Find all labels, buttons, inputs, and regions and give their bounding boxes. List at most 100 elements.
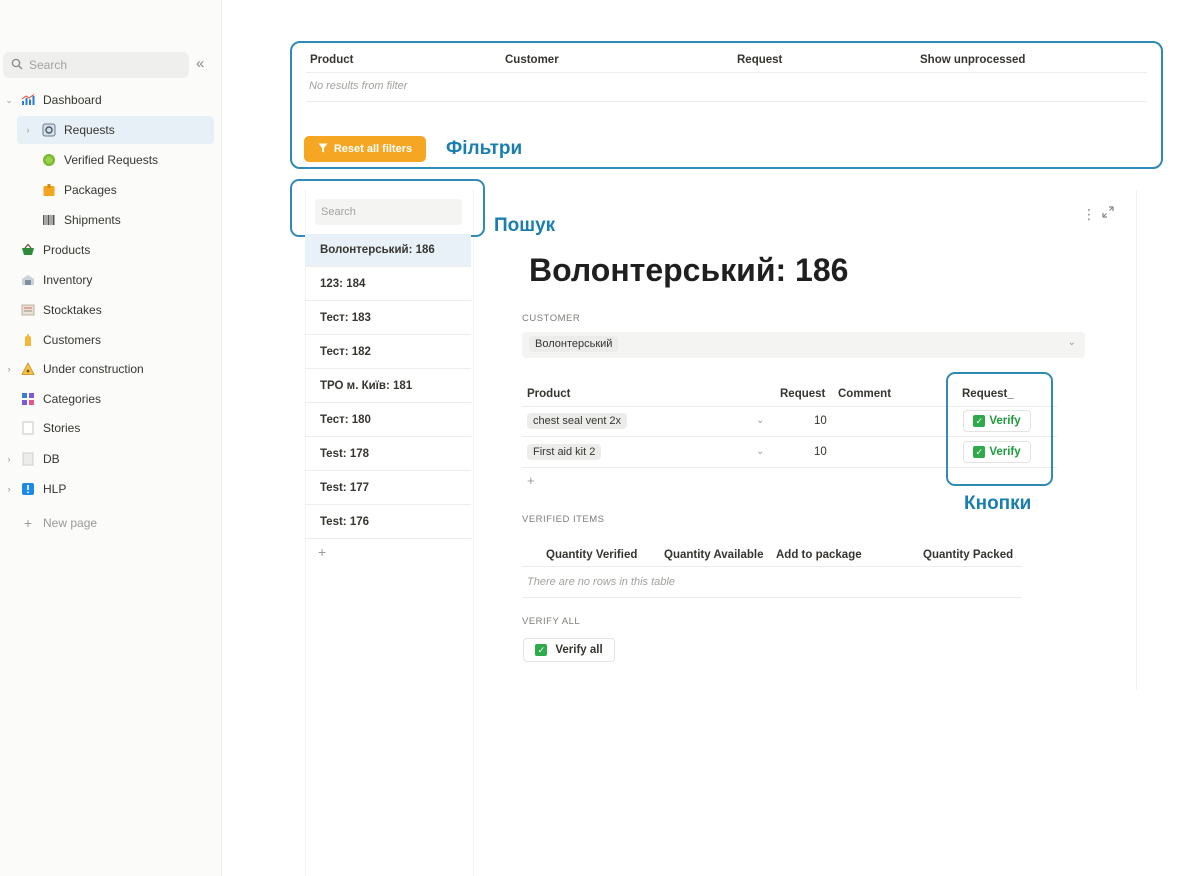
request-quantity: 10 [814,446,827,458]
chevron-right-icon[interactable]: › [4,454,14,464]
col-header-request[interactable]: Request [780,388,828,400]
sidebar-search-input[interactable]: Search [3,52,189,78]
warehouse-icon [20,272,36,288]
list-item[interactable]: 123: 184 [305,268,471,301]
buttons-highlight-frame [946,372,1053,486]
list-item[interactable]: ТРО м. Київ: 181 [305,370,471,403]
filter-header-product[interactable]: Product [310,54,353,66]
page-icon [20,420,36,436]
sidebar-item-label: Packages [64,183,117,197]
reset-filters-label: Reset all filters [333,143,413,155]
sidebar-item-customers[interactable]: Customers [20,326,101,354]
list-item[interactable]: Test: 177 [305,472,471,505]
sidebar-item-label: Stories [43,421,81,435]
sidebar-item-dashboard[interactable]: ⌄ Dashboard [5,86,102,114]
sidebar-item-products[interactable]: Products [20,236,90,264]
reset-filters-button[interactable]: Reset all filters [304,136,426,162]
verified-badge-icon [41,152,57,168]
expand-icon[interactable] [1102,206,1114,221]
hand-icon [20,332,36,348]
sidebar-item-stories[interactable]: Stories [20,414,80,442]
sidebar-item-label: Requests [64,123,115,137]
sidebar-item-packages[interactable]: Packages [41,176,117,204]
verify-all-button[interactable]: ✓ Verify all [523,638,615,662]
product-chip[interactable]: chest seal vent 2x [527,413,628,429]
new-page-button[interactable]: + New page [20,509,97,537]
filter-header-request[interactable]: Request [737,54,782,66]
sidebar-item-label: Under construction [43,362,144,376]
sidebar-item-shipments[interactable]: Shipments [41,206,121,234]
list-item[interactable]: Тест: 180 [305,404,471,437]
sidebar-item-label: HLP [43,482,67,496]
info-icon [20,481,36,497]
chevron-down-icon[interactable]: ⌄ [756,415,764,426]
chart-icon [20,92,36,108]
chevron-down-icon[interactable]: ⌄ [756,446,764,457]
gear-box-icon [41,122,57,138]
chevron-right-icon[interactable]: › [4,484,14,494]
sidebar-item-db[interactable]: › DB [8,445,60,473]
filters-panel: Product Customer Request Show unprocesse… [290,41,1163,169]
col-header-quantity-available[interactable]: Quantity Available [664,549,763,561]
verified-section-label: VERIFIED ITEMS [522,514,605,525]
sidebar-item-label: DB [43,452,60,466]
chevron-right-icon[interactable]: › [4,364,14,374]
chevron-down-icon[interactable]: ⌄ [4,95,14,106]
chevron-right-icon[interactable]: › [23,125,33,135]
sidebar-search-placeholder: Search [29,58,68,72]
col-header-quantity-packed[interactable]: Quantity Packed [923,549,1013,561]
sidebar-item-label: Products [43,243,91,257]
col-header-comment[interactable]: Comment [838,388,891,400]
barcode-icon [41,212,57,228]
sidebar-item-label: Customers [43,333,102,347]
add-list-item-icon[interactable]: + [318,544,326,560]
sidebar-item-stocktakes[interactable]: Stocktakes [20,296,102,324]
sidebar-item-hlp[interactable]: › HLP [8,475,67,503]
sidebar-item-verified-requests[interactable]: Verified Requests [41,146,158,174]
package-icon [41,182,57,198]
sidebar: Search « ⌄ Dashboard › Requests Verified… [0,0,222,876]
col-header-product[interactable]: Product [527,388,570,400]
verify-all-label: Verify all [555,644,603,656]
sidebar-item-label: Verified Requests [64,153,159,167]
more-options-icon[interactable]: ⋮ [1082,206,1096,223]
divider [522,597,1022,598]
customer-select[interactable]: Волонтерський ⌄ [522,332,1085,358]
list-item[interactable]: Test: 176 [305,506,471,539]
filter-header-show-unprocessed[interactable]: Show unprocessed [920,54,1025,66]
verified-empty-text: There are no rows in this table [527,576,675,588]
product-chip[interactable]: First aid kit 2 [527,444,602,460]
sidebar-item-label: Shipments [64,213,121,227]
sidebar-item-label: Stocktakes [43,303,102,317]
chevron-down-icon: ⌄ [1067,337,1076,348]
col-header-add-to-package[interactable]: Add to package [776,549,862,561]
sidebar-item-requests[interactable]: › Requests [17,116,214,144]
sidebar-item-inventory[interactable]: Inventory [20,266,92,294]
filter-header-customer[interactable]: Customer [505,54,559,66]
clipboard-icon [20,302,36,318]
divider [306,72,1147,73]
divider [306,101,1147,102]
sidebar-item-label: Dashboard [43,93,102,107]
new-page-label: New page [43,516,98,530]
list-item[interactable]: Test: 178 [305,438,471,471]
divider [522,566,1022,567]
list-item[interactable]: Волонтерський: 186 [305,234,471,267]
shapes-icon [20,391,36,407]
add-row-icon[interactable]: + [527,473,535,488]
annotation-filters: Фільтри [446,138,523,159]
list-item[interactable]: Тест: 182 [305,336,471,369]
customer-section-label: CUSTOMER [522,313,581,324]
sidebar-item-under-construction[interactable]: › Under construction [8,355,144,383]
list-item[interactable]: Тест: 183 [305,302,471,335]
request-quantity: 10 [814,415,827,427]
page-title: Волонтерський: 186 [529,252,849,288]
page-icon [20,451,36,467]
search-highlight-frame [290,179,485,237]
sidebar-item-label: Inventory [43,273,93,287]
filter-funnel-icon [318,143,328,156]
sidebar-item-categories[interactable]: Categories [20,385,101,413]
collapse-sidebar-icon[interactable]: « [196,56,204,72]
annotation-buttons: Кнопки [964,493,1032,514]
col-header-quantity-verified[interactable]: Quantity Verified [546,549,637,561]
